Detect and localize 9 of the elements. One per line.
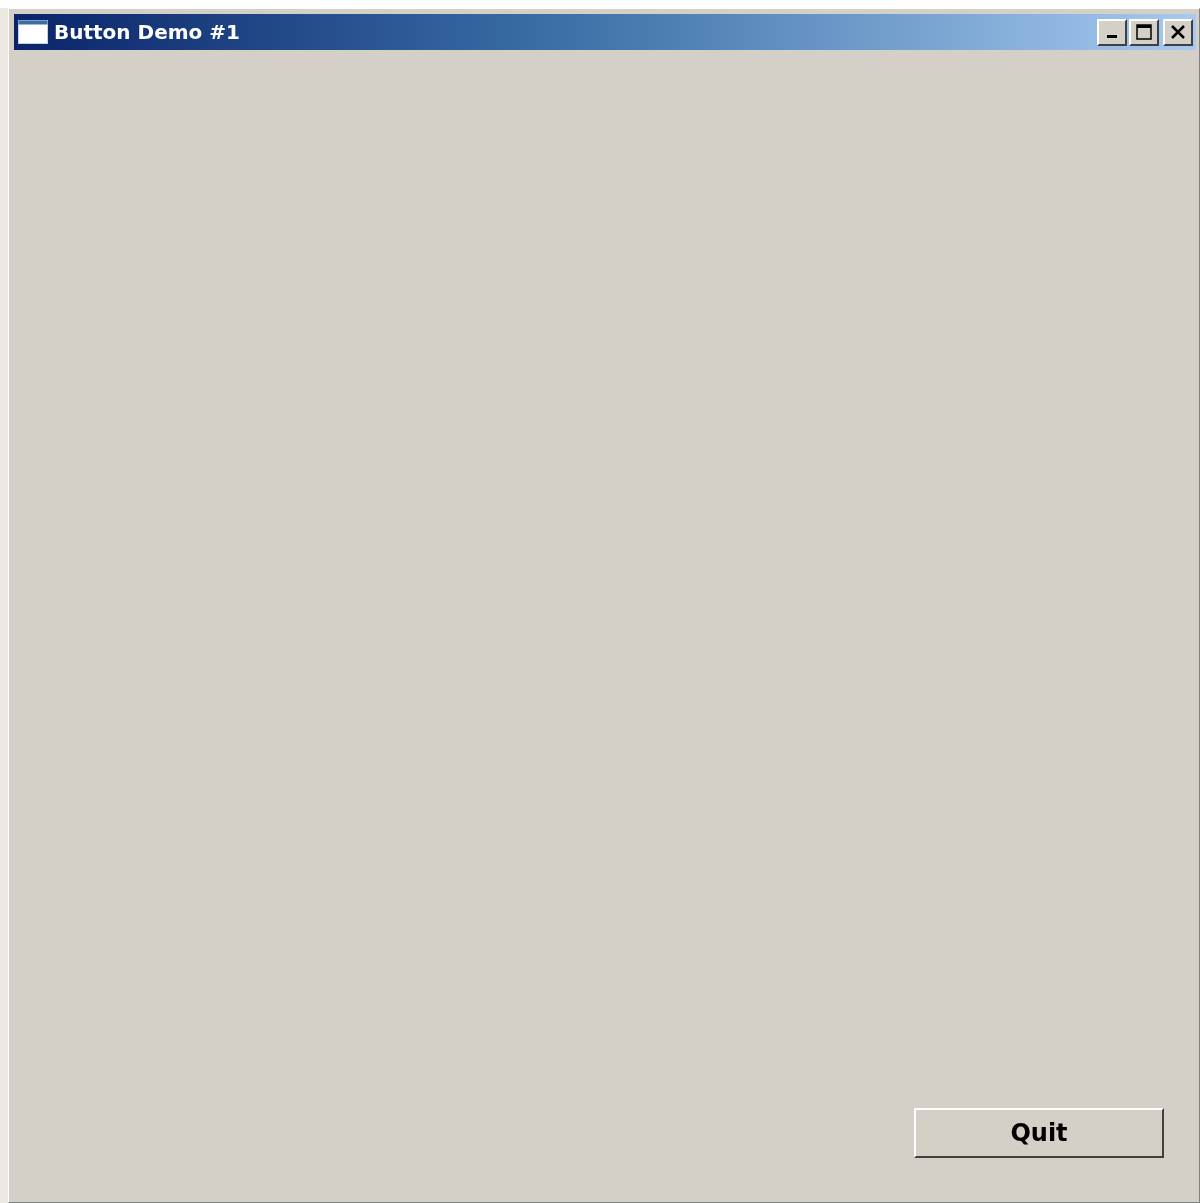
window-icon	[18, 20, 48, 44]
maximize-button[interactable]	[1129, 18, 1159, 46]
window-title: Button Demo #1	[54, 20, 241, 44]
close-icon	[1169, 23, 1187, 41]
maximize-icon	[1135, 23, 1153, 41]
close-button[interactable]	[1163, 18, 1193, 46]
minimize-button[interactable]	[1097, 18, 1127, 46]
minimize-icon	[1107, 35, 1117, 38]
quit-button[interactable]: Quit	[914, 1108, 1164, 1158]
